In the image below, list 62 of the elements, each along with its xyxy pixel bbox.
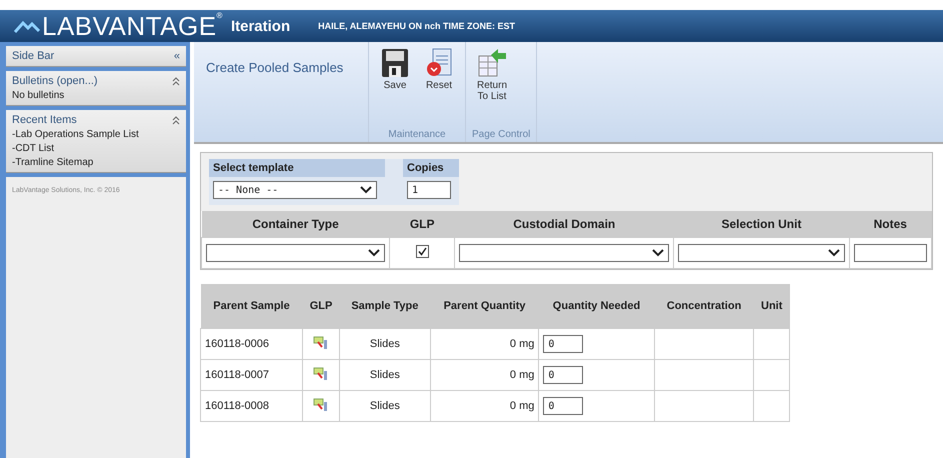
table-cell: 0 mg <box>430 360 539 390</box>
column-header: Container Type <box>202 211 390 238</box>
dropdown-caret-icon <box>368 249 380 257</box>
dropdown-field[interactable] <box>206 244 386 262</box>
table-cell: 160118-0007 <box>200 360 303 390</box>
sidebar-item[interactable]: -Tramline Sitemap <box>12 157 180 168</box>
column-header: Parent Sample <box>200 284 303 328</box>
dropdown-caret-icon <box>828 249 840 257</box>
app-name: Iteration <box>230 18 290 34</box>
mountain-logo-icon <box>14 18 40 34</box>
table-cell: 160118-0008 <box>200 390 303 422</box>
column-header: Unit <box>754 284 790 328</box>
quantity-field[interactable]: 0 <box>543 397 584 415</box>
template-select[interactable]: -- None -- <box>213 181 377 199</box>
toolbar-button[interactable]: Save <box>375 46 415 123</box>
glp-checkbox[interactable] <box>416 245 429 258</box>
group-label: Page Control <box>471 128 532 142</box>
field-label: Copies <box>403 159 459 177</box>
column-header: Quantity Needed <box>538 284 654 328</box>
table-cell: Slides <box>340 360 430 390</box>
dropdown-caret-icon <box>360 186 372 194</box>
field-label: Select template <box>209 159 385 177</box>
column-header: Custodial Domain <box>454 211 674 238</box>
flag-tube-icon[interactable] <box>313 336 330 350</box>
table-cell: 0 mg <box>430 390 539 422</box>
dropdown-field[interactable] <box>678 244 845 262</box>
document-reset-icon <box>425 48 453 78</box>
sidebar-item[interactable]: -CDT List <box>12 143 180 154</box>
column-header: Concentration <box>654 284 754 328</box>
panel-title[interactable]: Bulletins (open...) <box>12 75 98 87</box>
table-cell: Slides <box>340 390 430 422</box>
dropdown-caret-icon <box>652 249 664 257</box>
panel-title[interactable]: Recent Items <box>12 114 77 126</box>
toolbar-button[interactable]: Reset <box>419 46 459 123</box>
toolbar-button[interactable]: Return To List <box>472 46 512 123</box>
column-header: Sample Type <box>340 284 430 328</box>
page-title: Create Pooled Samples <box>194 42 369 142</box>
copies-field[interactable]: 1 <box>407 181 451 199</box>
table-cell: 0 mg <box>430 328 539 360</box>
table-arrow-icon <box>477 48 507 78</box>
sidebar-title: Side Bar <box>12 50 54 62</box>
sidebar-item[interactable]: -Lab Operations Sample List <box>12 129 180 140</box>
column-header: Selection Unit <box>674 211 850 238</box>
user-info: HAILE, ALEMAYEHU ON nch TIME ZONE: EST <box>318 21 515 31</box>
column-header: GLP <box>302 284 340 328</box>
column-header: GLP <box>390 211 455 238</box>
flag-tube-icon[interactable] <box>313 366 330 380</box>
group-label: Maintenance <box>387 128 447 142</box>
quantity-field[interactable]: 0 <box>543 335 584 353</box>
table-cell: Slides <box>340 328 430 360</box>
notes-field[interactable] <box>854 244 927 262</box>
column-header: Parent Quantity <box>430 284 539 328</box>
quantity-field[interactable]: 0 <box>543 366 584 384</box>
collapse-icon[interactable] <box>172 116 180 124</box>
flag-tube-icon[interactable] <box>313 398 330 412</box>
logo-text: LABVANTAGE® <box>42 10 223 42</box>
sidebar-item[interactable]: No bulletins <box>12 90 180 101</box>
collapse-toggle[interactable]: « <box>174 50 180 62</box>
dropdown-field[interactable] <box>459 244 670 262</box>
collapse-icon[interactable] <box>172 76 180 86</box>
column-header: Notes <box>849 211 932 238</box>
table-cell: 160118-0006 <box>200 328 303 360</box>
